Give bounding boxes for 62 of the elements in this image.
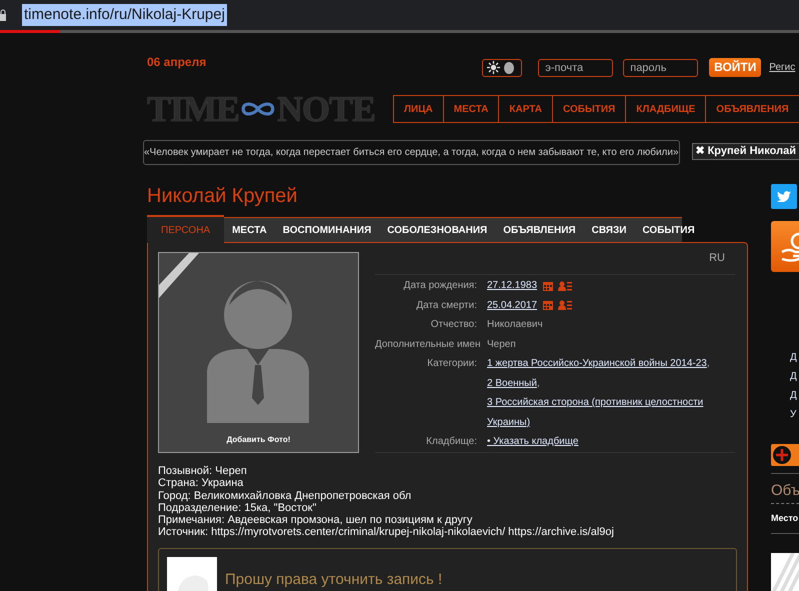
address-bar[interactable]: timenote.info/ru/Nikolaj-Krupej: [0, 0, 799, 30]
tab[interactable]: ПЕРСОНА: [147, 215, 224, 243]
date-link[interactable]: 25.04.2017: [487, 296, 538, 315]
separator-text: ,: [706, 358, 710, 369]
calendar-icon: [542, 300, 553, 310]
quote-text: «Человек умирает не тогда, когда перестает биться его сердце, а тогда, когда о нем забывают те, кто его любили»: [143, 140, 680, 165]
person-card-icon: [558, 280, 572, 291]
field-label: Отчество:: [430, 318, 478, 332]
category-link[interactable]: 2 Военный: [487, 374, 537, 393]
tab[interactable]: ВОСПОМИНАНИЯ: [274, 218, 380, 242]
bio-line: Позывной: Череп: [158, 465, 248, 478]
nav-link[interactable]: ОБЪЯВЛЕНИЯ: [706, 96, 799, 122]
field-label: Дата рождения:: [402, 279, 478, 293]
lock-icon: [0, 9, 6, 21]
separator-text: ,: [536, 378, 540, 388]
register-link[interactable]: Регис: [769, 60, 796, 75]
bio-line: Источник: https://myrotvorets.center/criminal/krupej-nikolaj-nikolaevich/ https://archive.is/al9oj: [158, 526, 615, 539]
category-link[interactable]: 1 жертва Российско-Украинской войны 2014-23: [487, 354, 707, 374]
bird-icon: [777, 191, 791, 202]
email-field[interactable]: э-почта: [538, 58, 614, 76]
bio-line: Город: Великомихайловка Днепропетровская обл: [158, 490, 412, 502]
twitter-button[interactable]: [771, 184, 797, 209]
bio-line: Подразделение: 15ка, "Восток": [158, 502, 318, 514]
bio-line: Примечания: Авдеевская промзона, шел по позициям к другу: [158, 514, 474, 526]
sidebar-link[interactable]: Д: [790, 348, 799, 367]
nav-link[interactable]: МЕСТА: [444, 96, 500, 122]
place-label: Место: [771, 504, 799, 534]
plus-icon: [773, 446, 791, 464]
category-link[interactable]: 3 Российская сторона (противник целостности Украины): [487, 393, 727, 432]
category-link[interactable]: • Указать кладбище: [487, 432, 578, 452]
tab[interactable]: МЕСТА: [224, 218, 275, 242]
field-value: Череп: [487, 338, 516, 350]
field-label: Дополнительные имен: [375, 338, 482, 352]
date-link[interactable]: 27.12.1983: [487, 276, 538, 296]
person-name: Николай Крупей: [147, 184, 298, 209]
add-photo-link[interactable]: Добавить Фото!: [159, 434, 358, 446]
sidebar-link[interactable]: Д: [790, 367, 799, 386]
sidebar-link[interactable]: У: [790, 405, 799, 424]
field-label: Дата смерти:: [415, 298, 478, 312]
sun-icon: [487, 61, 500, 74]
tab[interactable]: СОБЫТИЯ: [634, 218, 703, 242]
nav-link[interactable]: КАРТА: [499, 96, 553, 122]
date-label: 06 апреля: [147, 54, 206, 71]
calendar-icon: [542, 280, 553, 291]
tab[interactable]: ОБЪЯВЛЕНИЯ: [495, 218, 584, 242]
nav-link[interactable]: ЛИЦА: [394, 96, 444, 122]
field-label: Категории:: [426, 357, 478, 371]
request-text: Прошу права уточнить запись !: [225, 570, 442, 590]
field-value: Николаевич: [487, 319, 543, 330]
tab[interactable]: СВЯЗИ: [584, 218, 634, 242]
url-text: timenote.info/ru/Nikolaj-Krupej: [22, 4, 227, 26]
language-label: RU: [708, 252, 726, 266]
nav-link[interactable]: КЛАДБИЩЕ: [626, 96, 706, 122]
password-field[interactable]: пароль: [623, 58, 698, 76]
field-label: Кладбище:: [425, 435, 478, 449]
bio-line: Страна: Украина: [158, 477, 244, 490]
sidebar-link[interactable]: Д: [790, 386, 799, 405]
tag-chip[interactable]: ✖ Крупей Николай: [692, 143, 799, 160]
theme-toggle[interactable]: [482, 58, 522, 76]
person-card-icon: [558, 300, 572, 310]
nav-link[interactable]: СОБЫТИЯ: [553, 96, 626, 122]
tab[interactable]: СОБОЛЕЗНОВАНИЯ: [379, 218, 496, 242]
